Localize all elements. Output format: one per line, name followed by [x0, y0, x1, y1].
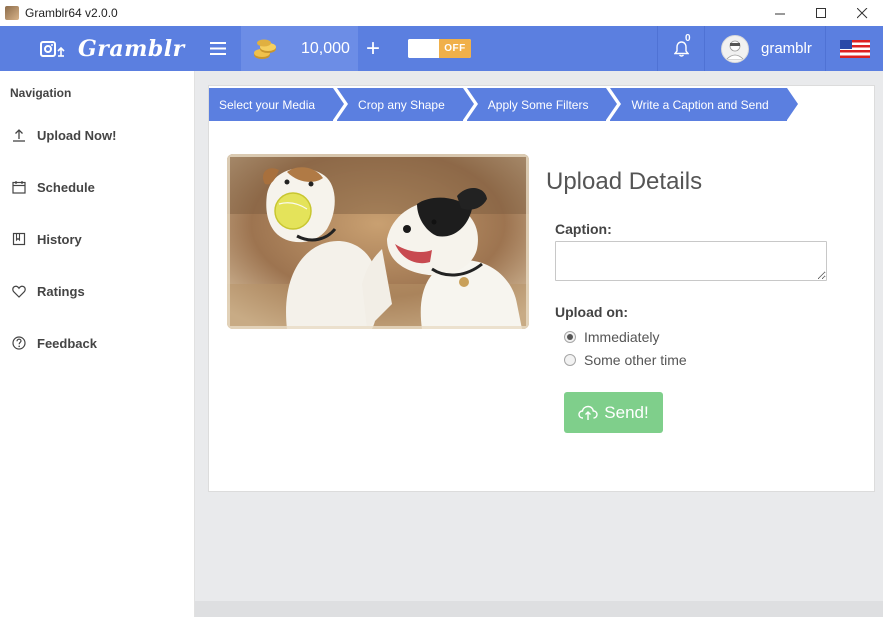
coins-icon	[254, 39, 276, 59]
menu-button[interactable]	[195, 26, 241, 71]
caption-label: Caption:	[555, 221, 612, 237]
nav-heading: Navigation	[10, 86, 72, 100]
footer-strip	[195, 601, 883, 617]
media-preview	[227, 154, 529, 329]
step-label: Apply Some Filters	[487, 97, 589, 112]
sidebar-item-feedback[interactable]: Feedback	[0, 323, 194, 363]
us-flag-icon	[839, 39, 870, 58]
send-label: Send!	[604, 402, 649, 422]
sidebar-item-label: Ratings	[37, 283, 85, 299]
coins-value: 10,000	[301, 39, 350, 57]
language-selector[interactable]	[825, 26, 883, 71]
maximize-icon	[816, 7, 826, 18]
send-button[interactable]: Send!	[564, 392, 663, 433]
upload-on-label: Upload on:	[555, 304, 629, 320]
step-label: Crop any Shape	[358, 97, 445, 112]
option-immediately[interactable]: Immediately	[564, 329, 659, 345]
sidebar-item-history[interactable]: History	[0, 219, 194, 259]
wizard-steps: Select your Media Crop any Shape Apply S…	[209, 88, 798, 121]
sidebar-item-label: Schedule	[37, 179, 95, 195]
avatar-icon	[725, 40, 745, 60]
notifications-button[interactable]: 0	[657, 26, 704, 71]
cloud-upload-icon	[578, 405, 598, 420]
upload-details-title: Upload Details	[546, 168, 703, 195]
brand[interactable]: Gramblr	[0, 26, 195, 71]
user-menu[interactable]: gramblr	[704, 26, 825, 71]
sidebar-item-ratings[interactable]: Ratings	[0, 271, 194, 311]
window-controls	[760, 0, 883, 26]
instagram-upload-icon	[40, 39, 66, 59]
calendar-icon	[11, 179, 27, 195]
radio-immediately[interactable]	[564, 331, 576, 343]
bookmark-icon	[11, 231, 27, 247]
window-title: Gramblr64 v2.0.0	[25, 6, 118, 20]
caption-field[interactable]	[555, 241, 827, 281]
step-caption-send[interactable]: Write a Caption and Send	[610, 88, 798, 121]
notification-count: 0	[685, 33, 691, 44]
username: gramblr	[761, 40, 812, 57]
sidebar: Navigation Upload Now! Schedule History …	[0, 71, 195, 617]
minimize-icon	[775, 13, 785, 14]
maximize-button[interactable]	[801, 0, 842, 26]
radio-label: Some other time	[584, 352, 687, 368]
step-label: Select your Media	[219, 97, 316, 112]
step-filters[interactable]: Apply Some Filters	[466, 88, 618, 121]
app-icon	[5, 6, 19, 20]
sidebar-item-label: Feedback	[37, 335, 97, 351]
option-some-other-time[interactable]: Some other time	[564, 352, 687, 368]
help-icon	[11, 335, 27, 351]
close-icon	[857, 7, 868, 18]
toggle-knob	[408, 39, 439, 58]
sidebar-item-schedule[interactable]: Schedule	[0, 167, 194, 207]
app-header: Gramblr 10,000 + OFF 0 gramblr	[0, 26, 883, 71]
sidebar-item-label: Upload Now!	[37, 127, 117, 143]
upload-card: Select your Media Crop any Shape Apply S…	[208, 85, 875, 492]
dogs-photo	[227, 154, 529, 329]
step-label: Write a Caption and Send	[631, 97, 769, 112]
minimize-button[interactable]	[760, 0, 801, 26]
sidebar-item-upload-now[interactable]: Upload Now!	[0, 115, 194, 155]
hamburger-icon	[210, 42, 226, 55]
sidebar-item-label: History	[37, 231, 82, 247]
avatar	[721, 34, 749, 63]
heart-icon	[11, 283, 27, 299]
coins-balance: 10,000	[241, 26, 358, 71]
toggle-state-label: OFF	[439, 39, 471, 58]
brand-name: Gramblr	[78, 35, 185, 62]
radio-some-other-time[interactable]	[564, 354, 576, 366]
close-button[interactable]	[842, 0, 883, 26]
radio-selected-dot	[567, 334, 573, 340]
window-titlebar: Gramblr64 v2.0.0	[0, 0, 883, 26]
auto-toggle[interactable]: OFF	[408, 39, 471, 58]
step-select-media[interactable]: Select your Media	[209, 88, 345, 121]
radio-label: Immediately	[584, 329, 660, 345]
upload-icon	[11, 127, 27, 143]
step-crop[interactable]: Crop any Shape	[337, 88, 474, 121]
add-coins-button[interactable]: +	[358, 26, 388, 71]
